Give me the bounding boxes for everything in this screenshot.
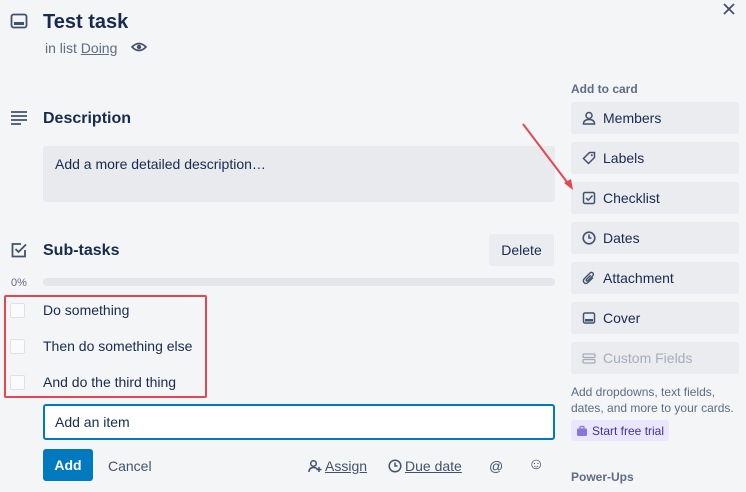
due-date-button[interactable]: Due date xyxy=(388,458,462,474)
custom-fields-button[interactable]: Custom Fields xyxy=(571,342,739,374)
briefcase-icon xyxy=(576,425,588,437)
dates-label: Dates xyxy=(603,230,640,246)
cover-label: Cover xyxy=(603,310,641,326)
delete-checklist-button[interactable]: Delete xyxy=(489,234,554,266)
custom-fields-icon xyxy=(581,351,597,365)
checklist-icon xyxy=(581,191,597,205)
trial-label: Start free trial xyxy=(592,423,665,438)
add-member-icon xyxy=(308,459,322,473)
watch-eye-icon[interactable] xyxy=(131,40,147,54)
annotation-highlight-box xyxy=(4,295,207,398)
attachment-button[interactable]: Attachment xyxy=(571,262,739,294)
cover-button[interactable]: Cover xyxy=(571,302,739,334)
card-icon xyxy=(10,12,28,30)
labels-label: Labels xyxy=(603,150,645,166)
card-title[interactable]: Test task xyxy=(43,11,128,34)
labels-button[interactable]: Labels xyxy=(571,142,739,174)
emoji-button[interactable]: ☺ xyxy=(528,456,544,474)
custom-fields-label: Custom Fields xyxy=(603,350,693,366)
cover-icon xyxy=(581,311,597,325)
members-button[interactable]: Members xyxy=(571,102,739,134)
mention-button[interactable]: @ xyxy=(489,458,503,474)
annotation-arrow xyxy=(522,123,573,190)
due-date-label: Due date xyxy=(405,458,462,474)
add-item-input[interactable] xyxy=(43,404,555,440)
add-item-button[interactable]: Add xyxy=(43,449,93,481)
progress-bar xyxy=(43,278,555,286)
paperclip-icon xyxy=(581,271,597,285)
checklist-heading[interactable]: Sub-tasks xyxy=(43,242,119,260)
clock-icon xyxy=(581,231,597,245)
list-link[interactable]: Doing xyxy=(81,40,118,56)
assign-button[interactable]: Assign xyxy=(308,458,367,474)
members-label: Members xyxy=(603,110,662,126)
member-icon xyxy=(581,111,597,125)
checklist-button[interactable]: Checklist xyxy=(571,182,739,214)
clock-icon xyxy=(388,459,402,473)
custom-fields-note: Add dropdowns, text fields, dates, and m… xyxy=(571,385,734,415)
checklist-label: Checklist xyxy=(603,190,660,206)
power-ups-heading: Power-Ups xyxy=(571,470,634,484)
close-icon[interactable] xyxy=(722,0,736,21)
in-list-prefix: in list xyxy=(45,40,77,56)
description-icon xyxy=(10,110,28,126)
progress-percent: 0% xyxy=(11,277,27,289)
cancel-button[interactable]: Cancel xyxy=(108,458,152,474)
checklist-icon xyxy=(10,241,28,259)
description-heading: Description xyxy=(43,110,132,127)
assign-label: Assign xyxy=(325,458,368,474)
list-breadcrumb: in list Doing xyxy=(45,40,117,56)
label-icon xyxy=(581,151,597,165)
start-free-trial-button[interactable]: Start free trial xyxy=(571,420,670,441)
add-to-card-heading: Add to card xyxy=(571,82,638,96)
description-field[interactable]: Add a more detailed description… xyxy=(43,146,555,202)
dates-button[interactable]: Dates xyxy=(571,222,739,254)
attachment-label: Attachment xyxy=(603,270,674,286)
